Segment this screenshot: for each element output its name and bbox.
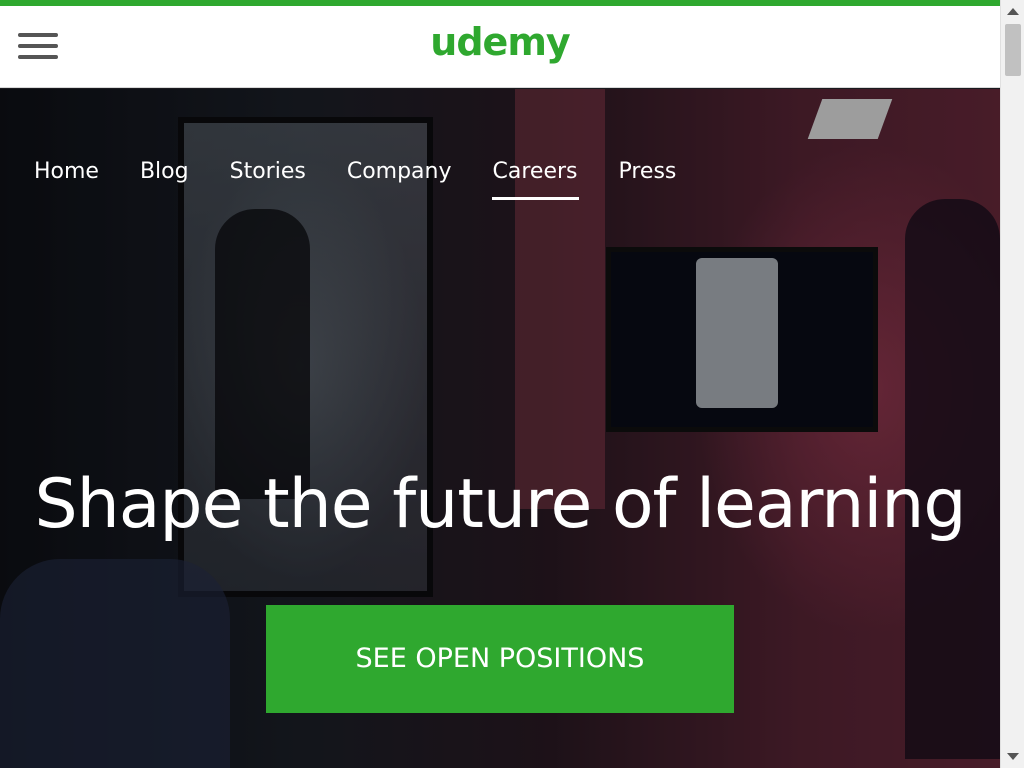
- hero-headline: Shape the future of learning: [34, 465, 966, 544]
- main-nav: Home Blog Stories Company Careers Press: [34, 159, 717, 200]
- nav-home[interactable]: Home: [34, 159, 99, 194]
- nav-careers[interactable]: Careers: [491, 159, 580, 200]
- udemy-logo[interactable]: udemy: [0, 20, 1000, 64]
- scroll-up-icon[interactable]: [1007, 8, 1019, 15]
- nav-stories[interactable]: Stories: [230, 159, 306, 194]
- scroll-down-icon[interactable]: [1007, 753, 1019, 760]
- nav-press[interactable]: Press: [618, 159, 676, 194]
- see-open-positions-button[interactable]: SEE OPEN POSITIONS: [266, 605, 734, 713]
- nav-company[interactable]: Company: [347, 159, 452, 194]
- site-header: udemy: [0, 6, 1000, 88]
- scrollbar-thumb[interactable]: [1005, 24, 1021, 76]
- hero-section: Home Blog Stories Company Careers Press …: [0, 89, 1000, 768]
- nav-blog[interactable]: Blog: [140, 159, 189, 194]
- page-scrollbar[interactable]: [1000, 0, 1024, 768]
